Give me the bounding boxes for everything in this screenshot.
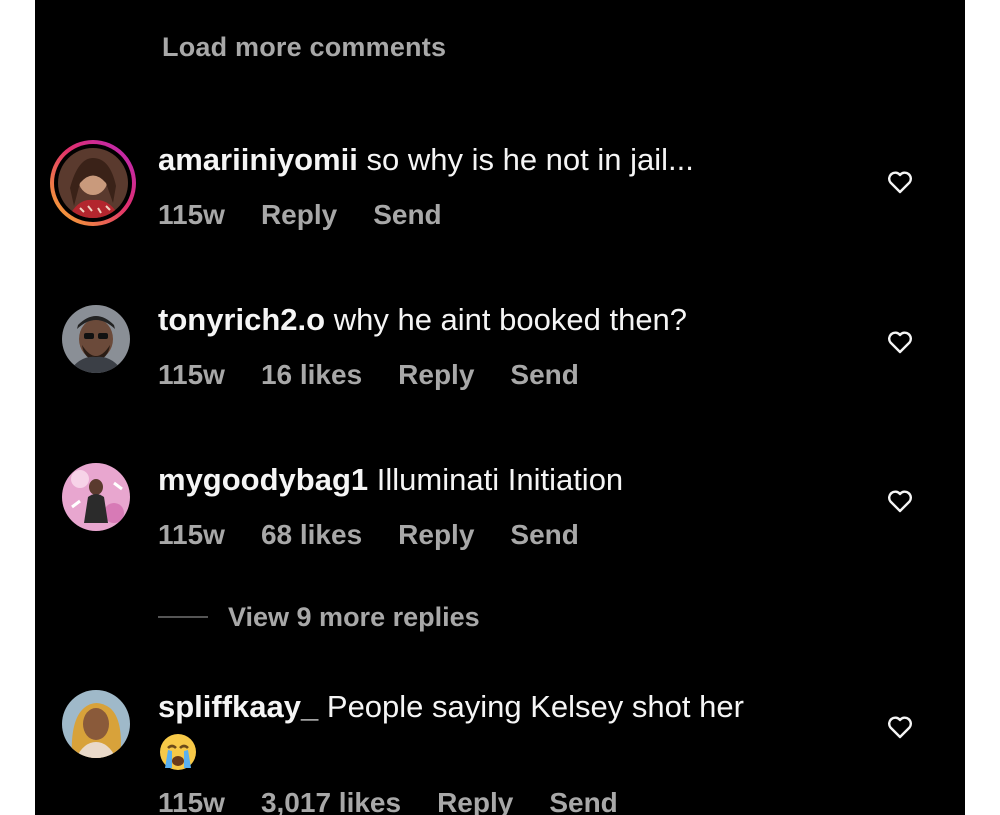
heart-outline-icon[interactable] [887, 715, 913, 739]
comment-meta: 115w Reply Send [158, 199, 478, 231]
comment-text: Illuminati Initiation [376, 462, 624, 497]
view-more-replies-label[interactable]: View 9 more replies [228, 602, 480, 632]
comment-text-line: tonyrich2.o why he aint booked then? [158, 300, 687, 340]
comment-time: 115w [158, 199, 225, 230]
comment-username[interactable]: tonyrich2.o [158, 302, 325, 337]
comment-username[interactable]: amariiniyomii [158, 142, 358, 177]
send-button[interactable]: Send [510, 519, 578, 550]
reply-button[interactable]: Reply [398, 519, 474, 550]
avatar-story-ring[interactable] [50, 140, 136, 226]
avatar[interactable] [62, 690, 130, 758]
comment-username[interactable]: spliffkaay_ [158, 689, 318, 724]
view-more-replies-button[interactable]: View 9 more replies [158, 602, 480, 633]
heart-outline-icon[interactable] [887, 489, 913, 513]
comment-text: People saying Kelsey shot her [326, 689, 744, 724]
reply-button[interactable]: Reply [437, 787, 513, 815]
comment-meta: 115w 3,017 likes Reply Send [158, 787, 654, 815]
comment-meta: 115w 16 likes Reply Send [158, 359, 615, 391]
likes-count[interactable]: 16 likes [261, 359, 362, 390]
reply-button[interactable]: Reply [261, 199, 337, 230]
comment-time: 115w [158, 519, 225, 550]
avatar[interactable] [58, 148, 128, 218]
comment-text: why he aint booked then? [333, 302, 688, 337]
send-button[interactable]: Send [549, 787, 617, 815]
reply-button[interactable]: Reply [398, 359, 474, 390]
avatar[interactable] [62, 305, 130, 373]
avatar[interactable] [62, 463, 130, 531]
comment-text-line: mygoodybag1 Illuminati Initiation [158, 460, 623, 500]
heart-outline-icon[interactable] [887, 330, 913, 354]
comment-text: so why is he not in jail... [366, 142, 694, 177]
comment-meta: 115w 68 likes Reply Send [158, 519, 615, 551]
heart-outline-icon[interactable] [887, 170, 913, 194]
comment-time: 115w [158, 359, 225, 390]
likes-count[interactable]: 3,017 likes [261, 787, 401, 815]
loudly-crying-face-emoji [160, 734, 196, 770]
comment-text-line: spliffkaay_ People saying Kelsey shot he… [158, 687, 744, 727]
send-button[interactable]: Send [373, 199, 441, 230]
comment-username[interactable]: mygoodybag1 [158, 462, 368, 497]
load-more-comments-button[interactable]: Load more comments [162, 32, 446, 63]
send-button[interactable]: Send [510, 359, 578, 390]
comment-text-line: amariiniyomii so why is he not in jail..… [158, 140, 694, 180]
comments-panel: Load more comments amariiniyomii so why … [35, 0, 965, 815]
likes-count[interactable]: 68 likes [261, 519, 362, 550]
replies-divider [158, 615, 208, 618]
comment-time: 115w [158, 787, 225, 815]
